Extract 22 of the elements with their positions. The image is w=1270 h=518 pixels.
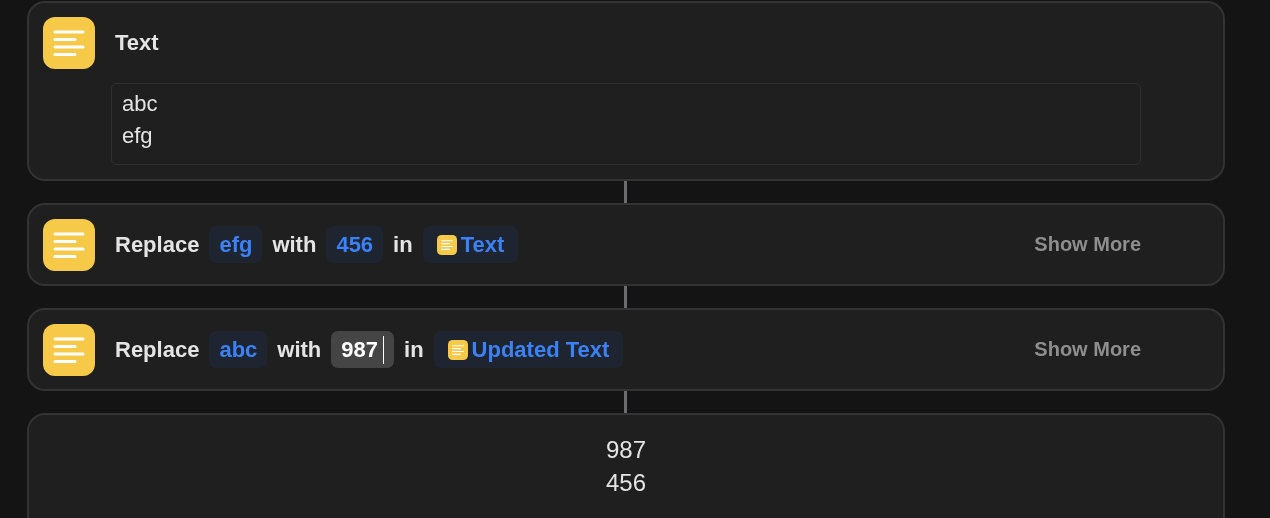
show-more-button[interactable]: Show More xyxy=(1034,338,1141,361)
text-lines-icon xyxy=(43,17,95,69)
action-label: in xyxy=(393,231,413,258)
text-field[interactable]: abc efg xyxy=(111,83,1141,165)
action-label: Replace xyxy=(115,336,200,363)
variable-token[interactable]: Text xyxy=(422,226,519,263)
parameter-token[interactable]: efg xyxy=(209,226,263,263)
action-title: Text xyxy=(115,30,159,56)
action-label: with xyxy=(272,231,317,258)
show-more-button[interactable]: Show More xyxy=(1034,233,1141,256)
variable-token[interactable]: Updated Text xyxy=(433,331,624,368)
text-lines-icon xyxy=(447,339,468,360)
parameter-token[interactable]: 456 xyxy=(326,226,384,263)
text-lines-icon xyxy=(43,323,95,376)
parameter-token[interactable]: 987 xyxy=(331,331,395,368)
action-label: Replace xyxy=(115,231,200,258)
text-lines-icon xyxy=(436,234,457,255)
text-lines-icon xyxy=(43,218,95,271)
action-label: with xyxy=(277,336,322,363)
action-label: in xyxy=(404,336,424,363)
parameter-token[interactable]: abc xyxy=(209,331,268,368)
result-text: 987 456 xyxy=(605,435,646,498)
